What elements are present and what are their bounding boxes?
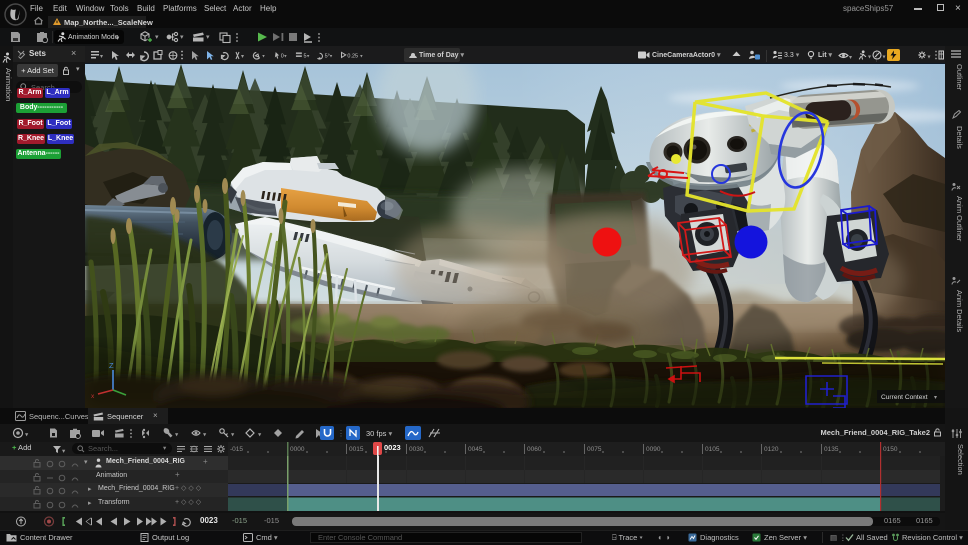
svg-text:▾: ▾ [262,53,265,59]
svg-text:▾: ▾ [934,395,937,401]
svg-text:▾: ▾ [155,34,159,41]
svg-text:-015: -015 [230,446,243,453]
svg-text:▾: ▾ [307,53,310,59]
svg-text:Z: Z [109,361,114,370]
svg-text:▾: ▾ [175,432,179,439]
svg-text:▾: ▾ [849,55,852,60]
svg-text:▾: ▾ [62,448,66,454]
svg-text:▾: ▾ [100,54,103,60]
svg-text:0015: 0015 [349,446,364,453]
svg-text:0075: 0075 [587,446,602,453]
svg-text:▾: ▾ [25,432,29,439]
svg-text:▾: ▾ [883,55,886,61]
svg-text:0045: 0045 [468,446,483,453]
svg-text:▾: ▾ [360,53,363,59]
svg-text:▾: ▾ [284,53,287,59]
svg-text:0090: 0090 [646,446,661,453]
svg-text:0135: 0135 [824,446,839,453]
svg-text:▾: ▾ [928,55,931,61]
svg-text:0060: 0060 [527,446,542,453]
svg-text:0030: 0030 [409,446,424,453]
svg-text:Current Context: Current Context [881,394,928,401]
svg-text:▾: ▾ [258,432,262,439]
svg-text:0023: 0023 [384,443,401,452]
svg-text:▾: ▾ [330,53,333,59]
svg-text:0120: 0120 [764,446,779,453]
svg-text:▾: ▾ [231,432,235,439]
svg-text:▾: ▾ [241,54,244,60]
svg-text:▾: ▾ [206,34,210,41]
svg-text:▾: ▾ [180,34,184,41]
svg-text:▾: ▾ [868,55,871,61]
svg-text:0105: 0105 [705,446,720,453]
svg-text:0000: 0000 [290,446,305,453]
svg-text:0.25: 0.25 [347,53,358,59]
svg-text:0150: 0150 [883,446,898,453]
svg-text:▾: ▾ [203,432,207,439]
